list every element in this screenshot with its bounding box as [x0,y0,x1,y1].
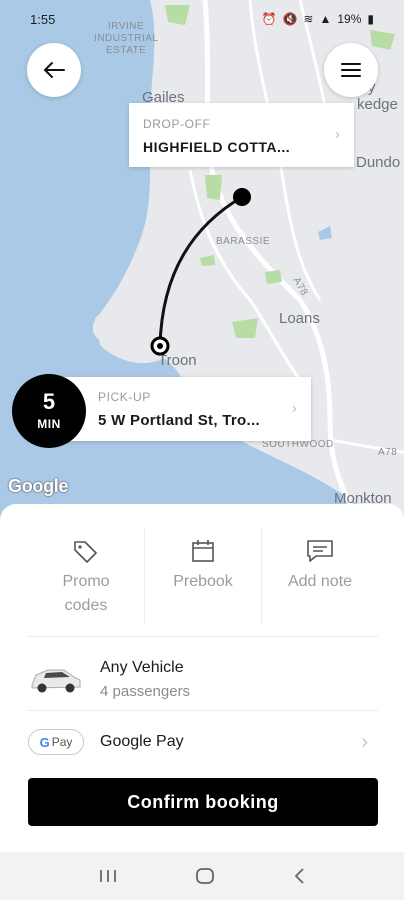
eta-value: 5 [42,389,56,414]
vehicle-subtitle: 4 passengers [100,682,191,700]
map-label-loans: Loans [279,310,320,327]
payment-selector[interactable]: G Pay Google Pay › [28,724,378,760]
dropoff-marker [233,188,251,206]
message-icon [307,540,333,562]
dropoff-callout[interactable]: DROP-OFF HIGHFIELD COTTA... › [129,103,354,167]
status-icons: ⏰ 🔇 ≋ ▲ 19% ▮ [262,12,375,26]
add-note-button[interactable]: Add note [262,528,378,624]
eta-unit: MIN [37,417,61,431]
wifi-icon: ≋ [303,12,314,26]
booking-sheet: Promo codes Prebook Add note Any Vehicle… [0,504,404,852]
divider [28,636,378,637]
confirm-booking-button[interactable]: Confirm booking [28,778,378,826]
vehicle-selector[interactable]: Any Vehicle 4 passengers [28,650,378,708]
map-label-a78-south: A78 [378,447,398,458]
mute-icon: 🔇 [282,12,298,26]
quick-actions: Promo codes Prebook Add note [28,528,378,624]
map-label-barassie: BARASSIE [216,236,271,247]
promo-codes-button[interactable]: Promo codes [28,528,145,624]
back-button[interactable] [27,43,81,97]
chevron-right-icon: › [291,400,297,417]
pickup-heading: PICK-UP [98,390,151,404]
promo-codes-label: Promo codes [62,573,110,614]
signal-icon: ▲ [319,12,332,26]
payment-title: Google Pay [100,733,184,750]
map-label-southwood: SOUTHWOOD [262,439,334,450]
dropoff-heading: DROP-OFF [143,117,211,131]
status-bar: 1:55 ⏰ 🔇 ≋ ▲ 19% ▮ [0,0,404,38]
chevron-right-icon: › [334,126,340,143]
battery-icon: ▮ [367,12,374,26]
pay-text: Pay [51,735,73,749]
arrow-left-icon [44,62,65,78]
eta-badge: 5 MIN [12,374,86,448]
pickup-callout[interactable]: PICK-UP 5 W Portland St, Tro... › [58,377,311,441]
park [200,255,215,266]
back-nav-icon[interactable] [292,867,306,885]
hamburger-icon [341,63,361,77]
prebook-label: Prebook [173,573,233,590]
map-label-estate: ESTATE [106,45,147,56]
pickup-marker-center [157,343,163,349]
park [205,175,222,200]
google-logo: Google [8,476,69,496]
add-note-label: Add note [287,573,353,590]
home-icon[interactable] [195,867,215,885]
system-nav-bar [0,852,404,900]
prebook-button[interactable]: Prebook [145,528,262,624]
map-label-dundonald: Dundo [356,154,401,171]
pond [318,226,332,240]
tag-icon [74,541,97,563]
google-g-logo: G [39,734,50,750]
chevron-right-icon: › [361,730,368,753]
status-time: 1:55 [30,11,56,27]
recent-apps-icon[interactable] [98,868,118,884]
car-icon [31,669,81,693]
dropoff-address: HIGHFIELD COTTA... [143,139,291,155]
menu-button[interactable] [324,43,378,97]
pickup-address: 5 W Portland St, Tro... [98,412,260,429]
alarm-icon: ⏰ [261,12,277,26]
divider [28,710,378,711]
park [232,318,258,338]
calendar-icon [192,540,214,562]
vehicle-title: Any Vehicle [100,658,184,676]
battery-percent: 19% [337,12,362,26]
park [265,270,282,284]
map-label-troon: Troon [158,352,197,369]
google-pay-badge: G Pay [28,729,84,755]
